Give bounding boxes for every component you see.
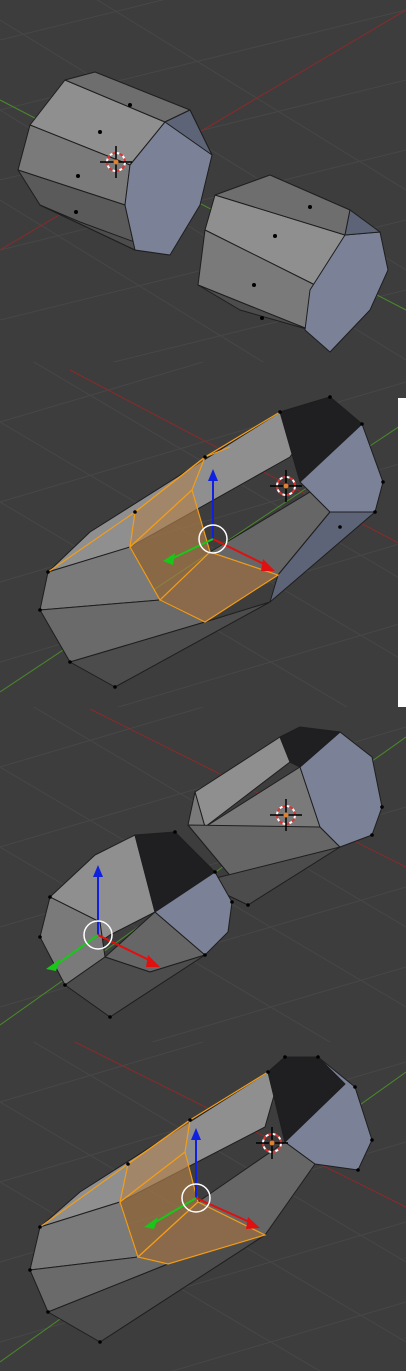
side-panel-edge [398,398,406,707]
octagon-prism-object-2[interactable] [197,174,389,353]
viewport-1-canvas[interactable] [0,0,406,362]
viewport-1[interactable] [0,0,406,362]
octagon-prism-object-left[interactable] [39,831,233,1018]
viewport-4-canvas[interactable] [0,1042,406,1371]
viewport-3[interactable] [0,707,406,1042]
viewport-4[interactable] [0,1042,406,1371]
viewport-2-canvas[interactable] [0,362,406,707]
viewport-3-canvas[interactable] [0,707,406,1042]
viewport-2[interactable] [0,362,406,707]
3d-cursor-icon[interactable] [270,470,302,502]
